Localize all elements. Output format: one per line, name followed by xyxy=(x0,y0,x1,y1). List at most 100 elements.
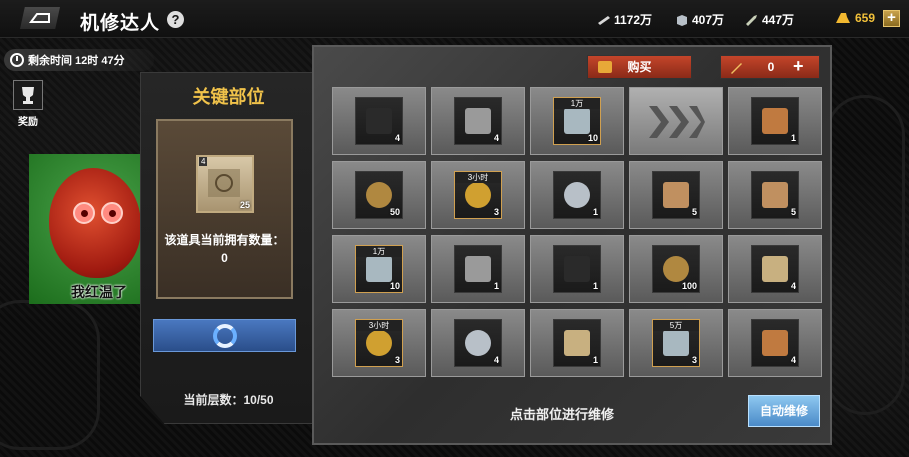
item-count: 10 xyxy=(587,133,598,143)
transistor-icon xyxy=(465,108,491,134)
eye xyxy=(101,202,123,224)
item-slot: 1 xyxy=(553,245,601,293)
item-slot: 1万 10 xyxy=(355,245,403,293)
repair-hint: 点击部位进行维修 xyxy=(510,407,615,422)
resource-bullet: 447万 xyxy=(745,11,794,28)
item-count: 5 xyxy=(691,207,697,217)
refresh-button[interactable] xyxy=(153,319,296,352)
gear-icon xyxy=(366,182,392,208)
item-owned-desc: 该道具当前拥有数量：0 xyxy=(164,233,285,265)
item-level: 4 xyxy=(199,157,208,166)
grid-cell[interactable]: 4 xyxy=(728,235,822,303)
grid-cell[interactable]: 4 xyxy=(431,87,525,155)
transistor-icon xyxy=(465,256,491,282)
reward-label: 奖励 xyxy=(18,117,38,128)
item-slot: 5 xyxy=(652,171,700,219)
item-slot: 3小时 3 xyxy=(355,319,403,367)
item-slot: 1 xyxy=(751,97,799,145)
repair-tool-counter: 0 + xyxy=(720,55,820,79)
coin-icon xyxy=(598,61,612,73)
item-tag: 3小时 xyxy=(455,172,501,183)
wall-nut-character xyxy=(49,168,141,278)
add-gold-button[interactable]: + xyxy=(883,10,900,27)
manual-book-icon xyxy=(564,108,590,134)
cable-decoration xyxy=(825,95,905,415)
gold-gear-icon xyxy=(366,330,392,356)
grid-cell[interactable]: 1 xyxy=(728,87,822,155)
item-slot: 3小时 3 xyxy=(454,171,502,219)
grid-cell[interactable]: 4 xyxy=(728,309,822,377)
grid-cell[interactable]: 1 xyxy=(530,235,624,303)
item-count: 3 xyxy=(394,355,400,365)
item-count: 50 xyxy=(389,207,400,217)
grid-cell[interactable]: 50 xyxy=(332,161,426,229)
page-title: 机修达人 xyxy=(80,13,161,34)
item-tag: 1万 xyxy=(356,246,402,257)
battery-pack-icon xyxy=(564,330,590,356)
wooden-crate-icon xyxy=(762,182,788,208)
grid-cell[interactable]: 4 xyxy=(431,309,525,377)
grid-cell[interactable]: 3小时 3 xyxy=(332,309,426,377)
item-slot: 4 xyxy=(751,245,799,293)
item-count: 1 xyxy=(592,207,598,217)
bullet-icon xyxy=(746,14,757,26)
resource-gold: 659 xyxy=(834,11,875,25)
top-bar: 机修达人 ? 1172万 407万 447万 659 + xyxy=(0,0,909,38)
key-part-title: 关键部位 xyxy=(192,87,265,107)
grid-cell[interactable]: 1 xyxy=(530,161,624,229)
reward-button[interactable]: 奖励 xyxy=(12,80,44,128)
resource-box: 407万 xyxy=(675,11,724,28)
item-slot: 4 xyxy=(355,97,403,145)
item-count: 1 xyxy=(493,281,499,291)
cable-decoration xyxy=(0,300,100,450)
wooden-crate-icon xyxy=(663,182,689,208)
grid-cell[interactable]: 1 xyxy=(431,235,525,303)
refresh-icon xyxy=(213,324,237,348)
grid-cell[interactable]: 5 xyxy=(728,161,822,229)
grid-cell[interactable]: 1 xyxy=(530,309,624,377)
battery-pack-icon xyxy=(762,256,788,282)
auto-repair-button[interactable]: 自动维修 xyxy=(748,395,820,427)
grid-cell[interactable]: 4 xyxy=(332,87,426,155)
item-slot: 1万 10 xyxy=(553,97,601,145)
grid-cell[interactable]: 5 xyxy=(629,161,723,229)
item-slot: 1 xyxy=(454,245,502,293)
grid-cell[interactable] xyxy=(629,87,723,155)
add-tool-button[interactable]: + xyxy=(793,56,804,77)
item-slot: 1 xyxy=(553,319,601,367)
game-logo-icon xyxy=(649,106,705,138)
item-count: 5 xyxy=(790,207,796,217)
counter-value: 0 xyxy=(767,60,775,74)
help-icon[interactable]: ? xyxy=(167,11,184,28)
metal-hub-icon xyxy=(465,330,491,356)
item-slot: 1 xyxy=(553,171,601,219)
trophy-icon xyxy=(13,80,43,110)
manual-book-icon xyxy=(663,330,689,356)
item-count: 4 xyxy=(394,133,400,143)
key-part-item[interactable]: 4 25 xyxy=(196,155,254,213)
grid-cell[interactable]: 1万 10 xyxy=(530,87,624,155)
item-slot: 5万 3 xyxy=(652,319,700,367)
key-part-panel: 关键部位 4 25 该道具当前拥有数量：0 当前层数：10/50 xyxy=(140,72,315,424)
grid-cell[interactable]: 5万 3 xyxy=(629,309,723,377)
clock-icon xyxy=(10,53,24,67)
grid-cell[interactable]: 100 xyxy=(629,235,723,303)
rubber-part-icon xyxy=(564,256,590,282)
buy-label: 购买 xyxy=(627,60,652,74)
item-slot: 4 xyxy=(454,97,502,145)
resource-bullet-value: 447万 xyxy=(762,13,795,27)
back-button[interactable] xyxy=(20,7,60,29)
grid-cell[interactable]: 1万 10 xyxy=(332,235,426,303)
back-arrow-icon xyxy=(29,13,50,23)
resource-paper-value: 1172万 xyxy=(614,13,653,27)
item-count: 25 xyxy=(239,200,250,210)
item-count: 4 xyxy=(790,355,796,365)
buy-button[interactable]: 购买 xyxy=(587,55,692,79)
resource-paper: 1172万 xyxy=(597,11,652,28)
eye xyxy=(73,202,95,224)
wrench-icon xyxy=(731,63,742,74)
paper-icon xyxy=(598,15,610,25)
item-count: 3 xyxy=(691,355,697,365)
copper-pipe-icon xyxy=(762,330,788,356)
grid-cell[interactable]: 3小时 3 xyxy=(431,161,525,229)
